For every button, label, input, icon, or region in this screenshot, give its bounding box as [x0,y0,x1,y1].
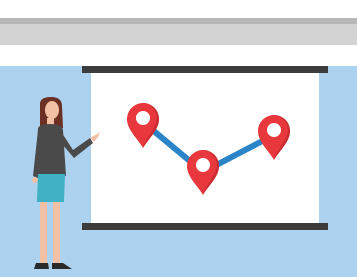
projection-screen [82,66,328,230]
presenter-left-hand [32,177,38,183]
presenter-right-shoe [52,263,72,269]
presenter-left-leg [40,198,47,264]
screen-top-rail [82,66,328,73]
screen-surface [91,73,319,223]
presenter-figure [32,97,100,269]
presenter-face [45,101,59,119]
presenter-left-shoe [34,263,49,269]
presenter-skirt [37,174,65,202]
presenter-pointing-arm [60,130,93,158]
presentation-illustration [32,66,328,269]
screen-bottom-rail [82,223,328,230]
presenter-right-leg [53,198,60,264]
